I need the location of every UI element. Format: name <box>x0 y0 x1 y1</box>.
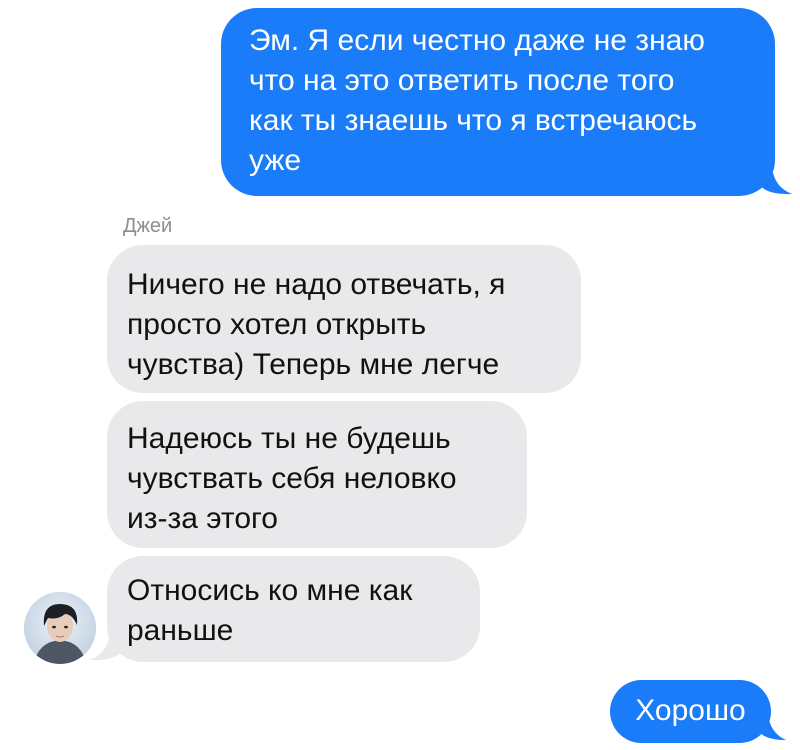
contact-avatar[interactable] <box>24 592 96 664</box>
sender-name-label: Джей <box>123 215 173 237</box>
incoming-message-bubble[interactable]: Надеюсь ты не будешь чувствать себя нело… <box>107 401 527 548</box>
outgoing-bubble-tail <box>758 167 792 195</box>
contact-avatar-photo-icon <box>24 592 96 664</box>
outgoing-message-bubble[interactable]: Эм. Я если честно даже не знаю что на эт… <box>221 8 775 196</box>
incoming-bubble-tail <box>90 633 124 661</box>
incoming-message-bubble[interactable]: Ничего не надо отвечать, я просто хотел … <box>107 245 581 393</box>
incoming-message-bubble[interactable]: Относись ко мне как раньше <box>107 556 480 662</box>
outgoing-bubble-tail <box>756 714 786 740</box>
outgoing-message-bubble[interactable]: Хорошо <box>610 680 771 743</box>
